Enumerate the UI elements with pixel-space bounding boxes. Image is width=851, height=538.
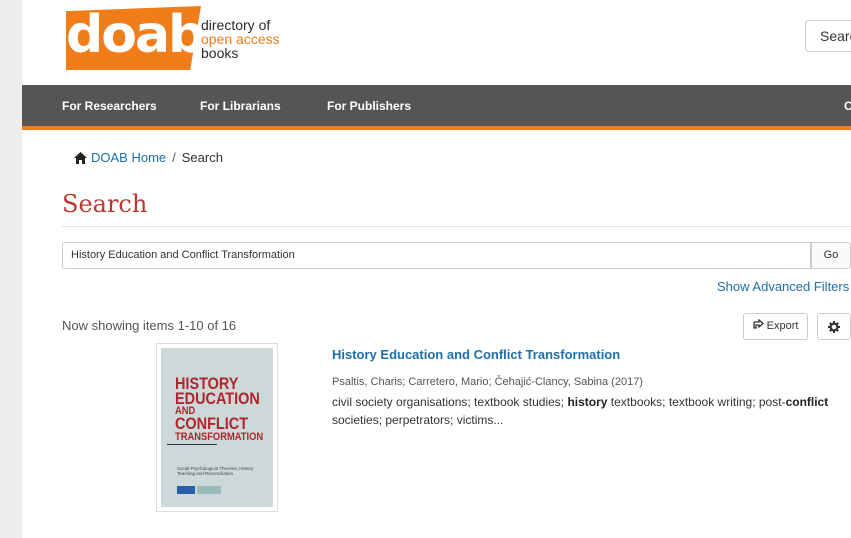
title-divider bbox=[62, 226, 851, 227]
tagline-line-3: books bbox=[201, 45, 239, 61]
results-summary: Now showing items 1-10 of 16 bbox=[62, 318, 237, 333]
abstract-highlight: conflict bbox=[785, 395, 829, 409]
breadcrumb: DOAB Home / Search bbox=[74, 150, 223, 167]
nav-for-publishers[interactable]: For Publishers bbox=[327, 85, 411, 126]
logo-tagline: directory of open access books bbox=[201, 18, 280, 60]
go-button[interactable]: Go bbox=[811, 242, 851, 269]
result-abstract: civil society organisations; textbook st… bbox=[332, 393, 832, 429]
book-cover-thumbnail[interactable]: HISTORY EDUCATION AND CONFLICT TRANSFORM… bbox=[156, 343, 278, 512]
logo[interactable]: doab bbox=[66, 0, 205, 70]
nav-for-librarians[interactable]: For Librarians bbox=[200, 85, 281, 126]
cover-title: HISTORY EDUCATION AND CONFLICT TRANSFORM… bbox=[175, 374, 264, 443]
tagline-line-1: directory of bbox=[201, 17, 271, 33]
nav-for-researchers[interactable]: For Researchers bbox=[62, 85, 157, 126]
breadcrumb-home-link[interactable]: DOAB Home bbox=[91, 150, 166, 165]
eu-flag-logo bbox=[177, 486, 195, 494]
nav-item-truncated[interactable]: C bbox=[844, 85, 851, 126]
book-cover-image: HISTORY EDUCATION AND CONFLICT TRANSFORM… bbox=[161, 348, 273, 507]
advanced-filters-link[interactable]: Show Advanced Filters bbox=[717, 279, 849, 294]
publisher-logo bbox=[197, 486, 221, 494]
abstract-part: societies; perpetrators; victims... bbox=[332, 413, 504, 427]
page: doab directory of open access books Sear… bbox=[22, 0, 851, 538]
gear-icon bbox=[828, 319, 840, 334]
page-title: Search bbox=[62, 190, 148, 218]
export-button[interactable]: Export bbox=[743, 313, 808, 340]
barbed-wire-graphic bbox=[167, 444, 217, 445]
abstract-part: textbooks; textbook writing; post- bbox=[607, 395, 786, 409]
abstract-highlight: history bbox=[567, 395, 608, 409]
main-nav: For Researchers For Librarians For Publi… bbox=[22, 85, 851, 130]
result-authors: Psaltis, Charis; Carretero, Mario; Čehaj… bbox=[332, 376, 643, 388]
settings-button[interactable] bbox=[817, 313, 851, 340]
cover-subtitle: Social Psychological Theories, History T… bbox=[177, 466, 254, 476]
export-label: Export bbox=[766, 320, 799, 332]
tagline-line-2: open access bbox=[201, 31, 280, 47]
breadcrumb-separator: / bbox=[172, 150, 176, 165]
share-icon bbox=[752, 318, 767, 332]
home-icon bbox=[74, 152, 87, 167]
result-title-link[interactable]: History Education and Conflict Transform… bbox=[332, 347, 620, 362]
abstract-part: civil society organisations; textbook st… bbox=[332, 395, 568, 409]
search-query-input[interactable]: History Education and Conflict Transform… bbox=[62, 242, 811, 269]
breadcrumb-current: Search bbox=[181, 150, 223, 165]
header-search-button[interactable]: Searc bbox=[805, 20, 851, 52]
